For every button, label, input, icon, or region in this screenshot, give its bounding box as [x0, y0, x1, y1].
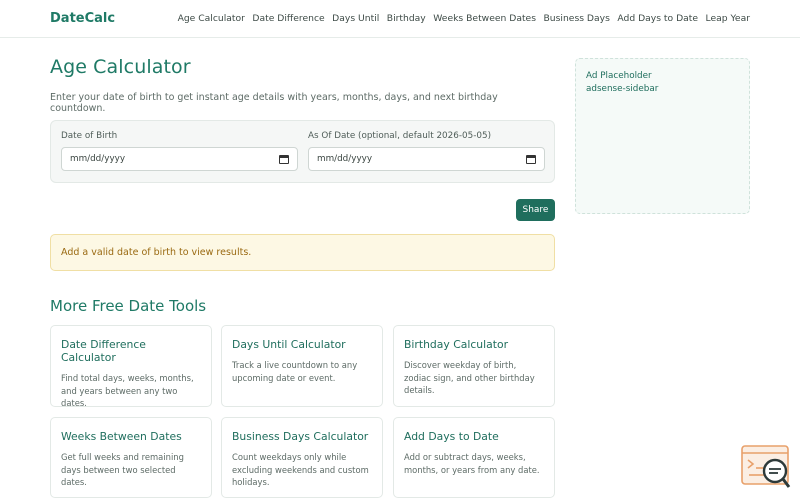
share-button[interactable]: Share — [516, 199, 555, 221]
nav-link-date-difference[interactable]: Date Difference — [252, 13, 324, 24]
asof-field: As Of Date (optional, default 2026-05-05… — [308, 131, 545, 171]
chat-search-icon[interactable] — [741, 445, 791, 490]
tool-card-title[interactable]: Business Days Calculator — [232, 430, 372, 443]
tool-card-title[interactable]: Add Days to Date — [404, 430, 544, 443]
dob-date-input[interactable]: mm/dd/yyyy — [61, 147, 298, 171]
nav-link-add-days-to-date[interactable]: Add Days to Date — [617, 13, 698, 24]
page-description: Enter your date of birth to get instant … — [50, 92, 498, 114]
tool-card-desc: Count weekdays only while excluding week… — [232, 452, 369, 487]
asof-placeholder: mm/dd/yyyy — [317, 154, 373, 164]
tools-section-title: More Free Date Tools — [50, 297, 207, 315]
ad-title: Ad Placeholder — [586, 71, 652, 81]
ad-slot-id: adsense-sidebar — [586, 84, 659, 94]
calendar-icon[interactable] — [279, 154, 289, 164]
top-nav-bar: DateCalc Age Calculator Date Difference … — [0, 0, 800, 38]
main-nav: Age Calculator Date Difference Days Unti… — [178, 13, 750, 24]
nav-link-age-calculator[interactable]: Age Calculator — [178, 13, 245, 24]
sidebar-ad-placeholder: Ad Placeholder adsense-sidebar — [575, 58, 750, 214]
asof-date-input[interactable]: mm/dd/yyyy — [308, 147, 545, 171]
tool-card-date-difference[interactable]: Date Difference Calculator Find total da… — [50, 325, 212, 408]
nav-link-business-days[interactable]: Business Days — [544, 13, 610, 24]
tool-card-weeks-between[interactable]: Weeks Between Dates Get full weeks and r… — [50, 417, 212, 498]
age-form-card: Date of Birth mm/dd/yyyy As Of Date (opt… — [50, 120, 555, 183]
tool-card-title[interactable]: Birthday Calculator — [404, 338, 544, 351]
tool-card-desc: Get full weeks and remaining days betwee… — [61, 452, 184, 487]
tool-card-title[interactable]: Date Difference Calculator — [61, 338, 201, 364]
dob-label: Date of Birth — [61, 131, 118, 141]
tool-card-desc: Discover weekday of birth, zodiac sign, … — [404, 360, 535, 395]
alert-text: Add a valid date of birth to view result… — [61, 247, 252, 258]
page-title: Age Calculator — [50, 56, 191, 78]
tool-card-desc: Track a live countdown to any upcoming d… — [232, 360, 358, 383]
tool-card-title[interactable]: Weeks Between Dates — [61, 430, 201, 443]
dob-field: Date of Birth mm/dd/yyyy — [61, 131, 298, 171]
asof-label: As Of Date (optional, default 2026-05-05… — [308, 131, 492, 141]
tool-card-add-days[interactable]: Add Days to Date Add or subtract days, w… — [393, 417, 555, 498]
dob-placeholder: mm/dd/yyyy — [70, 154, 126, 164]
nav-link-days-until[interactable]: Days Until — [332, 13, 379, 24]
nav-link-leap-year[interactable]: Leap Year — [706, 13, 750, 24]
calendar-icon[interactable] — [526, 154, 536, 164]
nav-link-weeks-between-dates[interactable]: Weeks Between Dates — [433, 13, 536, 24]
tool-card-birthday[interactable]: Birthday Calculator Discover weekday of … — [393, 325, 555, 407]
tool-card-title[interactable]: Days Until Calculator — [232, 338, 372, 351]
validation-alert: Add a valid date of birth to view result… — [50, 234, 555, 271]
brand-logo-link[interactable]: DateCalc — [50, 11, 115, 26]
main-content: Age Calculator Enter your date of birth … — [50, 56, 555, 498]
tool-card-desc: Add or subtract days, weeks, months, or … — [404, 452, 540, 475]
tool-card-desc: Find total days, weeks, months, and year… — [61, 373, 194, 408]
tool-card-business-days[interactable]: Business Days Calculator Count weekdays … — [221, 417, 383, 498]
tool-card-days-until[interactable]: Days Until Calculator Track a live count… — [221, 325, 383, 407]
nav-link-birthday[interactable]: Birthday — [387, 13, 426, 24]
